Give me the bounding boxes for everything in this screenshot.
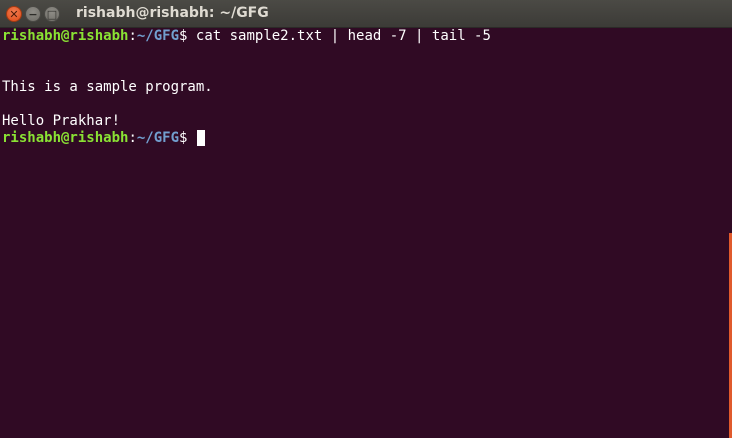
output-line: This is a sample program. [2,79,213,95]
text-cursor [196,130,205,146]
prompt-line: rishabh@rishabh:~/GFG$ cat sample2.txt |… [2,28,732,45]
title-bar[interactable]: ✕ − □ rishabh@rishabh: ~/GFG [0,0,732,28]
maximize-icon: □ [46,7,58,21]
prompt-path: ~/GFG [136,28,180,44]
command-text: cat sample2.txt | head -7 | tail -5 [187,28,491,44]
window-controls: ✕ − □ [6,6,60,22]
prompt-separator: : [128,130,137,146]
output-line: Hello Prakhar! [2,113,121,129]
prompt-line: rishabh@rishabh:~/GFG$ [2,130,732,147]
close-icon: ✕ [9,7,19,21]
prompt-user: rishabh@rishabh [2,28,129,44]
command-text [187,130,195,146]
window-title: rishabh@rishabh: ~/GFG [76,5,269,21]
prompt-path: ~/GFG [136,130,180,146]
close-button[interactable]: ✕ [6,6,22,22]
prompt-separator: : [128,28,137,44]
terminal-window: ✕ − □ rishabh@rishabh: ~/GFG rishabh@ris… [0,0,732,438]
prompt-user: rishabh@rishabh [2,130,129,146]
minimize-icon: − [28,7,38,21]
maximize-button[interactable]: □ [44,6,60,22]
terminal-content[interactable]: rishabh@rishabh:~/GFG$ cat sample2.txt |… [0,28,732,438]
minimize-button[interactable]: − [25,6,41,22]
